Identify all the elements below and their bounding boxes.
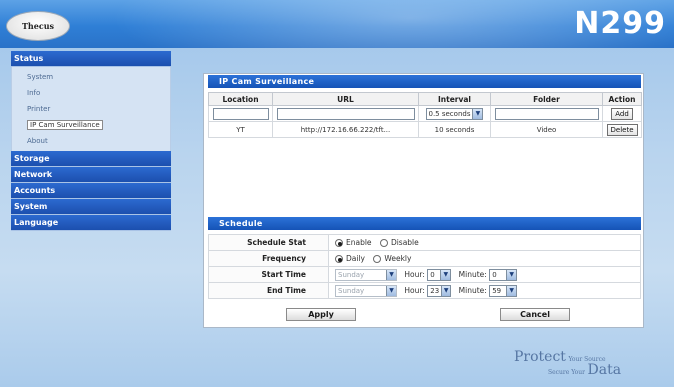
- sidebar: Status System Info Printer IP Cam Survei…: [11, 51, 171, 231]
- new-camera-row: 0.5 seconds ▼ Add: [208, 105, 642, 122]
- sidebar-category-accounts[interactable]: Accounts: [11, 183, 171, 199]
- sidebar-item-label: About: [27, 137, 48, 145]
- chevron-down-icon: ▼: [386, 269, 396, 280]
- end-hour-value: 23: [430, 286, 440, 295]
- end-time-label: End Time: [208, 282, 329, 299]
- chevron-down-icon: ▼: [386, 285, 396, 296]
- interval-select-value: 0.5 seconds: [428, 109, 471, 118]
- thecus-logo: Thecus: [6, 11, 70, 41]
- slogan-secure-your: Secure Your: [548, 369, 585, 376]
- column-header-location: Location: [208, 92, 273, 106]
- start-minute-value: 0: [492, 270, 497, 279]
- apply-button[interactable]: Apply: [286, 308, 356, 321]
- cell-url: http://172.16.66.222/tft...: [272, 121, 419, 138]
- weekly-radio-label: Weekly: [384, 254, 412, 264]
- sidebar-item-label: IP Cam Surveillance: [27, 120, 103, 130]
- schedule-table: Schedule Stat Enable Disable Frequency D…: [208, 234, 641, 299]
- section-title-ip-cam: IP Cam Surveillance: [208, 75, 641, 88]
- delete-button[interactable]: Delete: [606, 123, 638, 136]
- footer-slogan: Protect Your Source Secure Your Data: [514, 349, 621, 378]
- weekly-radio[interactable]: [373, 254, 382, 263]
- main-panel: IP Cam Surveillance Location URL Interva…: [203, 73, 644, 328]
- sidebar-category-system[interactable]: System: [11, 199, 171, 215]
- sidebar-category-network[interactable]: Network: [11, 167, 171, 183]
- start-time-row: Start Time Sunday ▼ Hour: 0 ▼ Minute: 0 …: [208, 266, 641, 283]
- start-day-value: Sunday: [338, 270, 365, 279]
- end-hour-label: Hour:: [404, 286, 425, 295]
- status-submenu: System Info Printer IP Cam Surveillance …: [11, 67, 171, 151]
- chevron-down-icon: ▼: [506, 269, 517, 280]
- disable-radio-label: Disable: [390, 238, 419, 248]
- table-row: YT http://172.16.66.222/tft... 10 second…: [208, 121, 642, 138]
- sidebar-category-status[interactable]: Status: [11, 51, 171, 67]
- column-header-folder: Folder: [490, 92, 603, 106]
- chevron-down-icon: ▼: [440, 269, 451, 280]
- daily-radio-label: Daily: [346, 254, 365, 264]
- cell-interval: 10 seconds: [418, 121, 491, 138]
- sidebar-item-label: Printer: [27, 105, 51, 113]
- start-hour-label: Hour:: [404, 270, 425, 279]
- sidebar-item-ip-cam-surveillance[interactable]: IP Cam Surveillance: [12, 117, 170, 133]
- header-banner: Thecus N299: [0, 0, 674, 48]
- camera-table: Location URL Interval Folder Action 0.5 …: [208, 92, 642, 138]
- sidebar-item-label: Info: [27, 89, 41, 97]
- start-hour-select[interactable]: 0 ▼: [427, 268, 452, 281]
- start-day-select[interactable]: Sunday ▼: [335, 268, 397, 281]
- chevron-down-icon: ▼: [472, 108, 483, 119]
- column-header-action: Action: [602, 92, 642, 106]
- table-header-row: Location URL Interval Folder Action: [208, 92, 642, 106]
- url-input[interactable]: [276, 107, 415, 120]
- slogan-line-2: Secure Your Data: [548, 362, 621, 378]
- chevron-down-icon: ▼: [441, 285, 451, 296]
- column-header-url: URL: [272, 92, 419, 106]
- start-minute-select[interactable]: 0 ▼: [489, 268, 518, 281]
- logo-text: Thecus: [21, 21, 55, 31]
- end-minute-select[interactable]: 59 ▼: [489, 284, 518, 297]
- start-time-label: Start Time: [208, 266, 329, 283]
- cell-folder: Video: [490, 121, 603, 138]
- start-minute-label: Minute:: [458, 270, 487, 279]
- enable-radio[interactable]: [335, 238, 343, 247]
- chevron-down-icon: ▼: [506, 285, 517, 296]
- end-hour-select[interactable]: 23 ▼: [427, 284, 452, 297]
- end-day-select[interactable]: Sunday ▼: [335, 284, 397, 297]
- sidebar-item-printer[interactable]: Printer: [12, 101, 170, 117]
- enable-radio-label: Enable: [346, 238, 372, 248]
- cancel-button[interactable]: Cancel: [500, 308, 570, 321]
- model-name: N299: [574, 6, 666, 41]
- folder-input[interactable]: [494, 107, 599, 120]
- frequency-row: Frequency Daily Weekly: [208, 250, 641, 267]
- sidebar-category-language[interactable]: Language: [11, 215, 171, 231]
- add-button[interactable]: Add: [611, 107, 633, 120]
- end-day-value: Sunday: [338, 286, 365, 295]
- schedule-stat-row: Schedule Stat Enable Disable: [208, 234, 641, 251]
- end-time-row: End Time Sunday ▼ Hour: 23 ▼ Minute: 59 …: [208, 282, 641, 299]
- start-hour-value: 0: [430, 270, 435, 279]
- disable-radio[interactable]: [379, 238, 388, 247]
- interval-select[interactable]: 0.5 seconds ▼: [425, 107, 484, 120]
- slogan-data: Data: [587, 362, 622, 378]
- sidebar-item-system-status[interactable]: System: [12, 69, 170, 85]
- section-title-schedule: Schedule: [208, 217, 641, 230]
- end-minute-value: 59: [492, 286, 502, 295]
- sidebar-item-label: System: [27, 73, 54, 81]
- sidebar-item-info[interactable]: Info: [12, 85, 170, 101]
- sidebar-category-storage[interactable]: Storage: [11, 151, 171, 167]
- schedule-stat-label: Schedule Stat: [208, 234, 329, 251]
- end-minute-label: Minute:: [458, 286, 487, 295]
- cell-location: YT: [208, 121, 273, 138]
- column-header-interval: Interval: [418, 92, 491, 106]
- location-input[interactable]: [212, 107, 269, 120]
- sidebar-item-about[interactable]: About: [12, 133, 170, 149]
- frequency-label: Frequency: [208, 250, 329, 267]
- daily-radio[interactable]: [335, 254, 343, 263]
